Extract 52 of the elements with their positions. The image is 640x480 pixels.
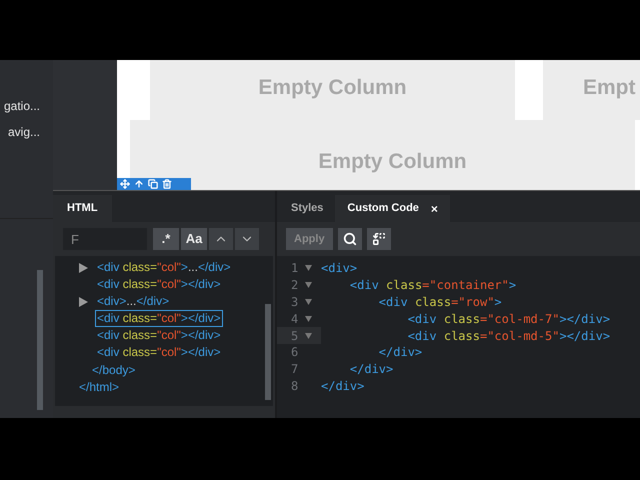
line-number: 5 bbox=[291, 328, 299, 345]
line-number: 7 bbox=[291, 361, 299, 378]
code-line: <div class="container"> bbox=[348, 277, 516, 294]
tree-node[interactable]: <div class="col">...</div> bbox=[95, 259, 233, 276]
fold-icon[interactable] bbox=[305, 298, 312, 305]
code-line: </div> bbox=[321, 378, 364, 395]
code-line: <div class="row"> bbox=[378, 294, 502, 311]
line-number: 1 bbox=[291, 260, 299, 278]
search-field[interactable]: F bbox=[63, 228, 147, 250]
copy-icon[interactable] bbox=[148, 179, 158, 189]
code-line: </div> bbox=[378, 344, 422, 362]
line-number: 4 bbox=[291, 310, 299, 328]
tree-node[interactable]: <div class="col"></div> bbox=[95, 327, 223, 344]
sidebar-item[interactable]: gatio... bbox=[4, 97, 40, 115]
expand-icon[interactable] bbox=[79, 296, 88, 306]
trash-icon[interactable] bbox=[162, 179, 172, 189]
replace-button[interactable] bbox=[366, 228, 391, 250]
fold-icon[interactable] bbox=[305, 282, 312, 288]
next-button[interactable] bbox=[235, 228, 259, 250]
option-button[interactable]: .* bbox=[153, 228, 179, 250]
expand-icon[interactable] bbox=[79, 262, 88, 272]
scrollbar[interactable] bbox=[265, 304, 271, 400]
closing-tag: </body> bbox=[92, 360, 136, 378]
close-icon[interactable]: × bbox=[430, 200, 438, 218]
code-line: <div class="col-md-7"></div> bbox=[406, 310, 610, 328]
search-icon bbox=[342, 232, 357, 246]
code-line: </div> bbox=[348, 361, 394, 378]
replace-icon bbox=[372, 232, 386, 246]
tree-node[interactable]: <div class="col"></div> bbox=[95, 344, 223, 361]
option-button[interactable]: Aa bbox=[181, 228, 207, 250]
closing-tag: </html> bbox=[79, 378, 120, 396]
search-button[interactable] bbox=[338, 228, 362, 250]
tab[interactable]: Styles bbox=[279, 195, 336, 222]
tab[interactable]: HTML bbox=[53, 195, 112, 222]
previous-button[interactable] bbox=[209, 228, 233, 250]
line-number: 2 bbox=[291, 277, 299, 294]
sidebar-item[interactable]: avig... bbox=[8, 123, 40, 141]
arrow-up-icon[interactable] bbox=[134, 179, 144, 189]
line-number: 8 bbox=[291, 378, 299, 395]
move-icon[interactable] bbox=[120, 179, 130, 189]
code-line: <div> bbox=[321, 260, 358, 278]
line-number: 3 bbox=[291, 294, 299, 311]
tree-node[interactable]: <div class="col"></div> bbox=[95, 310, 223, 327]
code-line: <div class="col-md-5"></div> bbox=[406, 328, 610, 345]
tab[interactable]: Custom Code × bbox=[335, 195, 450, 222]
fold-icon[interactable] bbox=[305, 332, 312, 339]
fold-icon[interactable] bbox=[305, 316, 312, 322]
tree-node[interactable]: <div>...</div> bbox=[95, 293, 172, 310]
scrollbar[interactable] bbox=[37, 270, 43, 410]
tree-node[interactable]: <div class="col"></div> bbox=[95, 276, 223, 293]
line-number: 6 bbox=[291, 344, 299, 362]
fold-icon[interactable] bbox=[305, 265, 312, 272]
